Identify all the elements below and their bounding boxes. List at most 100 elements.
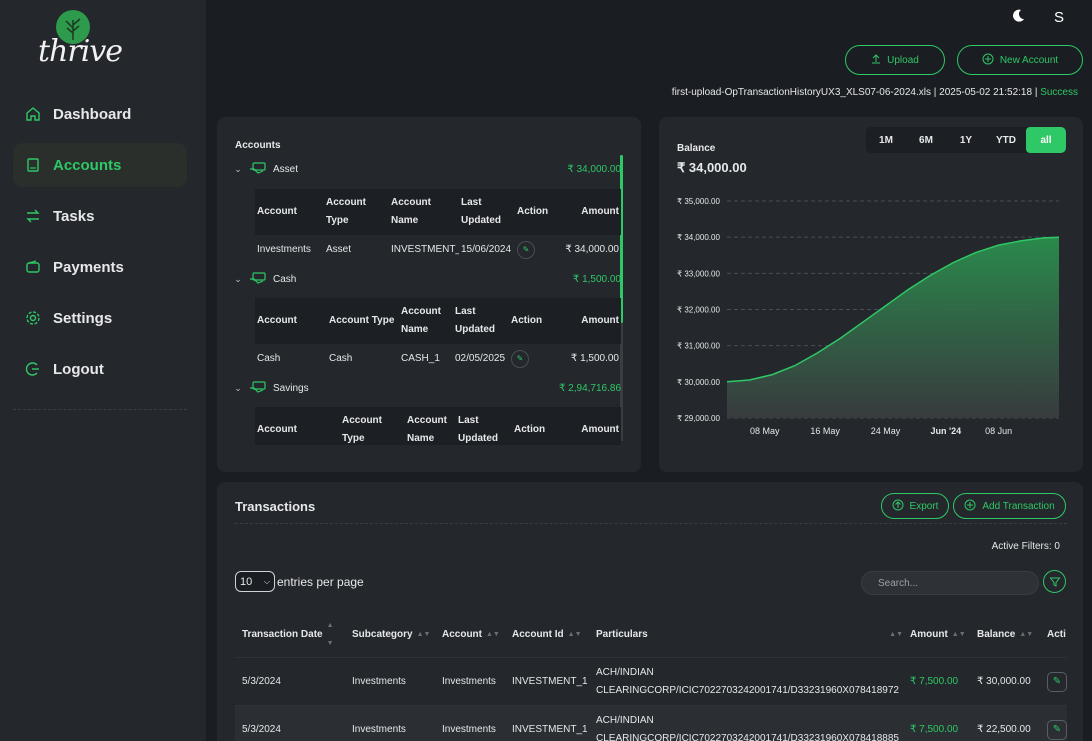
- group-total: ₹ 2,94,716.86: [559, 382, 621, 394]
- chevron-down-icon[interactable]: ⌄: [231, 383, 245, 394]
- nav-item-logout[interactable]: Logout: [13, 347, 187, 391]
- plus-circle-icon: [964, 499, 976, 514]
- sort-icon: ▲▼: [416, 630, 431, 638]
- upload-icon: [871, 53, 881, 67]
- entries-select[interactable]: 10 ⌵: [235, 571, 275, 592]
- edit-icon[interactable]: ✎: [1047, 719, 1067, 740]
- last-upload-time: 2025-05-02 21:52:18: [939, 87, 1033, 98]
- table-header: Account Account Type Account Name Last U…: [255, 189, 621, 235]
- table-header: Transaction Date ▲ ▼ Subcategory ▲▼ Account…: [235, 612, 1067, 658]
- group-name: Asset: [273, 163, 299, 175]
- new-account-button[interactable]: New Account: [957, 45, 1083, 75]
- y-tick-label: ₹ 33,000.00: [677, 269, 720, 278]
- y-tick-label: ₹ 30,000.00: [677, 378, 720, 387]
- transactions-table: Transaction Date ▲ ▼ Subcategory ▲▼ Account…: [235, 612, 1067, 741]
- y-tick-label: ₹ 34,000.00: [677, 233, 720, 242]
- savings-accounts-table: Account Account Type Account Name Last U…: [255, 407, 621, 445]
- asset-accounts-table: Account Account Type Account Name Last U…: [255, 189, 621, 265]
- chevron-down-icon[interactable]: ⌄: [231, 274, 245, 285]
- nav-label: Logout: [53, 360, 104, 378]
- add-transaction-button[interactable]: Add Transaction: [953, 493, 1066, 519]
- nav-label: Tasks: [53, 207, 95, 225]
- wallet-icon: [25, 259, 41, 275]
- accounts-title: Accounts: [235, 140, 281, 151]
- book-icon: [25, 157, 41, 173]
- column-particulars[interactable]: Particulars ▲▼: [589, 626, 903, 644]
- dark-mode-toggle[interactable]: [1006, 6, 1030, 30]
- sort-icon: ▲▼: [486, 630, 500, 638]
- nav-label: Payments: [53, 258, 124, 276]
- balance-chart: ₹ 35,000.00 ₹ 34,000.00 ₹ 33,000.00 ₹ 32,00…: [677, 197, 1060, 436]
- nav-item-payments[interactable]: Payments: [13, 245, 187, 289]
- export-button[interactable]: Export: [881, 493, 949, 519]
- account-group-savings[interactable]: ⌄ Savings ₹ 2,94,716.86: [231, 377, 621, 399]
- balance-value: ₹ 34,000.00: [677, 160, 747, 175]
- column-transaction-date[interactable]: Transaction Date ▲ ▼: [235, 617, 345, 653]
- transactions-divider: [235, 523, 1067, 524]
- group-total: ₹ 1,500.00: [572, 273, 621, 285]
- range-selector: 1M 6M 1Y YTD all: [866, 127, 1066, 153]
- range-1y-button[interactable]: 1Y: [946, 127, 986, 153]
- chevron-down-icon[interactable]: ⌄: [231, 164, 245, 175]
- balance-card: Balance ₹ 34,000.00 1M 6M 1Y YTD all ₹ 3…: [659, 117, 1083, 472]
- edit-icon[interactable]: ✎: [517, 241, 535, 259]
- accounts-list: ⌄ Asset ₹ 34,000.00 Account Account Type…: [231, 155, 623, 445]
- sort-icon: ▲▼: [951, 630, 966, 638]
- x-tick-label: Jun '24: [930, 426, 961, 436]
- edit-icon[interactable]: ✎: [1047, 671, 1067, 692]
- column-amount[interactable]: Amount ▲▼: [903, 626, 970, 644]
- y-tick-label: ₹ 31,000.00: [677, 342, 720, 351]
- x-tick-label: 08 May: [750, 426, 780, 436]
- thrive-logo[interactable]: thrive: [38, 8, 123, 70]
- particulars-cell: ACH/INDIAN CLEARINGCORP/ICIC702270324200…: [596, 666, 899, 696]
- y-tick-label: ₹ 32,000.00: [677, 306, 720, 315]
- nav-item-accounts[interactable]: Accounts: [13, 143, 187, 187]
- last-upload-status: first-upload-OpTransactionHistoryUX3_XLS…: [671, 87, 1078, 98]
- search-input[interactable]: Search...: [861, 571, 1039, 595]
- entries-per-page: 10 ⌵ entries per page: [235, 571, 364, 592]
- table-row: Cash Cash CASH_1 02/05/2025 ✎ ₹ 1,500.00: [255, 344, 621, 374]
- column-account[interactable]: Account ▲▼: [435, 626, 505, 644]
- sort-icon: ▲▼: [567, 630, 582, 638]
- sort-icon: ▲▼: [889, 630, 903, 638]
- upload-status-text: Success: [1040, 87, 1078, 98]
- home-icon: [25, 106, 41, 122]
- new-account-label: New Account: [999, 54, 1059, 66]
- plus-circle-icon: [982, 53, 994, 68]
- group-name: Cash: [273, 273, 297, 285]
- range-1m-button[interactable]: 1M: [866, 127, 906, 153]
- avatar[interactable]: S: [1046, 4, 1072, 30]
- nav-item-dashboard[interactable]: Dashboard: [13, 92, 187, 136]
- upload-label: Upload: [887, 54, 919, 66]
- filter-icon[interactable]: [1043, 570, 1066, 593]
- range-6m-button[interactable]: 6M: [906, 127, 946, 153]
- x-tick-label: 08 Jun: [985, 426, 1012, 436]
- column-subcategory[interactable]: Subcategory ▲▼: [345, 626, 435, 644]
- balance-area: [727, 237, 1059, 418]
- logout-icon: [25, 361, 41, 377]
- table-row: Investments Asset INVESTMENT_1 15/06/202…: [255, 235, 621, 265]
- table-row[interactable]: 5/3/2024 Investments Investments INVESTM…: [235, 658, 1067, 706]
- sidebar: thrive Dashboard Accounts Tasks Payments…: [0, 0, 206, 741]
- edit-icon[interactable]: ✎: [511, 350, 529, 368]
- y-tick-label: ₹ 35,000.00: [677, 197, 720, 206]
- group-name: Savings: [273, 382, 309, 394]
- table-row[interactable]: 5/3/2024 Investments Investments INVESTM…: [235, 706, 1067, 741]
- account-group-asset[interactable]: ⌄ Asset ₹ 34,000.00: [231, 158, 621, 180]
- upload-button[interactable]: Upload: [845, 45, 945, 75]
- range-ytd-button[interactable]: YTD: [986, 127, 1026, 153]
- nav-item-settings[interactable]: Settings: [13, 296, 187, 340]
- table-header: Account Account Type Account Name Last U…: [255, 407, 621, 445]
- y-tick-label: ₹ 29,000.00: [677, 414, 720, 423]
- nav-label: Accounts: [53, 156, 122, 174]
- column-balance[interactable]: Balance ▲▼: [970, 626, 1040, 644]
- transactions-card: Transactions Export Add Transaction Acti…: [217, 482, 1083, 741]
- export-label: Export: [909, 500, 939, 512]
- nav-item-tasks[interactable]: Tasks: [13, 194, 187, 238]
- logo-text: thrive: [38, 34, 123, 69]
- last-upload-file: first-upload-OpTransactionHistoryUX3_XLS…: [671, 87, 931, 98]
- range-all-button[interactable]: all: [1026, 127, 1066, 153]
- column-account-id[interactable]: Account Id ▲▼: [505, 626, 589, 644]
- sidebar-divider: [13, 409, 187, 410]
- account-group-cash[interactable]: ⌄ Cash ₹ 1,500.00: [231, 268, 621, 290]
